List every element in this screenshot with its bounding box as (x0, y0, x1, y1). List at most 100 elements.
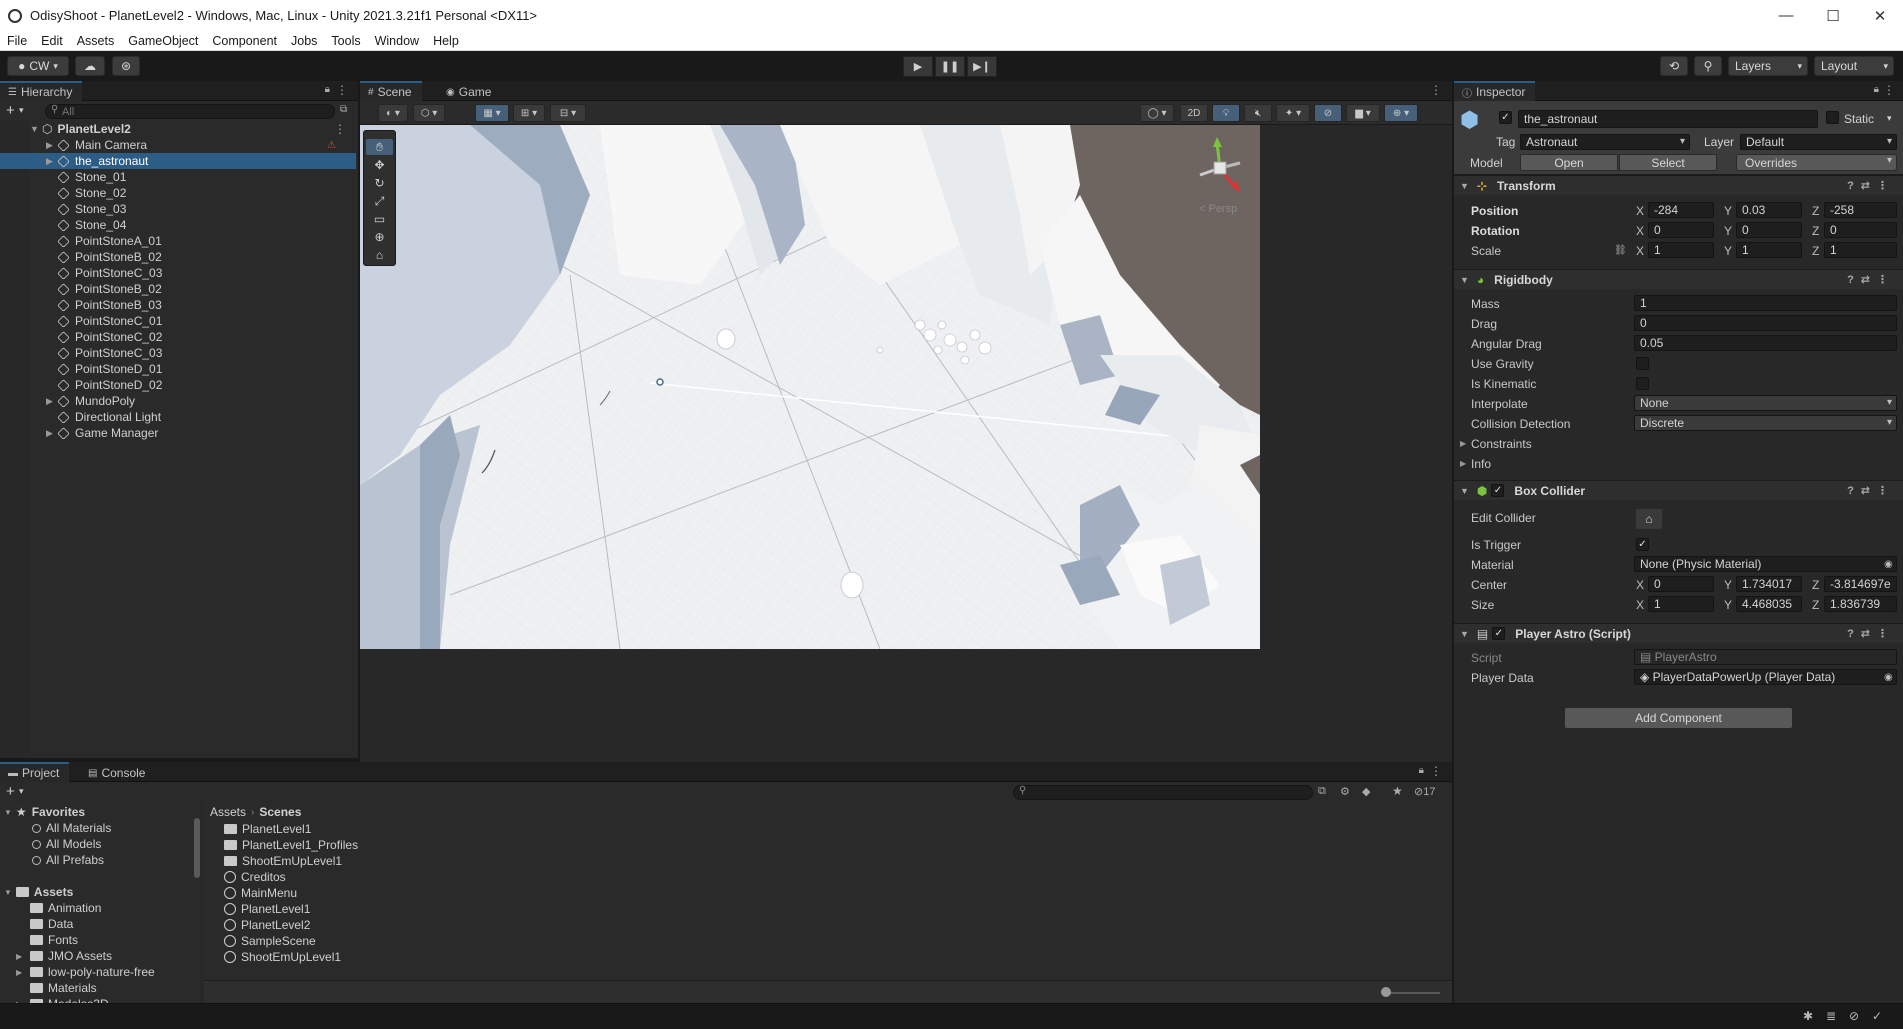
hierarchy-item[interactable]: Stone_02 (0, 185, 356, 201)
collapse-arrow-icon[interactable]: ▼ (1460, 629, 1469, 639)
info-foldout[interactable]: ▶ Info (1454, 455, 1903, 472)
layers-dropdown[interactable]: Layers ▾ (1728, 56, 1808, 76)
more-icon[interactable]: ⋮ (1430, 83, 1442, 97)
history-button[interactable]: ⟲ (1660, 56, 1688, 76)
hierarchy-item[interactable]: PointStoneC_03 (0, 265, 356, 281)
center-z-field[interactable]: -3.814697e (1824, 576, 1897, 592)
audio-toggle[interactable]: 🔇︎ (1244, 104, 1272, 122)
folder-item[interactable]: ShootEmUpLevel1 (224, 853, 342, 869)
asset-folder-item[interactable]: Data (16, 916, 73, 932)
breadcrumb-scenes[interactable]: Scenes (259, 805, 301, 819)
center-y-field[interactable]: 1.734017 (1736, 576, 1802, 592)
scale-z-field[interactable]: 1 (1824, 242, 1897, 258)
asset-folder-item[interactable]: Materials (16, 980, 97, 996)
favorite-item[interactable]: All Prefabs (32, 852, 104, 868)
expand-arrow-icon[interactable]: ▶ (46, 428, 58, 439)
link-icon[interactable]: ⛓ (1614, 245, 1627, 256)
scene-item[interactable]: ShootEmUpLevel1 (224, 949, 341, 965)
camera-dropdown[interactable]: ▆ ▾ (1346, 104, 1380, 122)
size-z-field[interactable]: 1.836739 (1824, 596, 1897, 612)
rotation-z-field[interactable]: 0 (1824, 222, 1897, 238)
tab-console[interactable]: ▤ Console (80, 762, 155, 782)
tab-inspector[interactable]: ⓘ Inspector (1454, 81, 1536, 101)
tab-scene[interactable]: # Scene (360, 81, 422, 101)
more-icon[interactable]: ⋮ (334, 122, 346, 136)
box-collider-header[interactable]: ▼ ⬢ ✓ Box Collider ?⇄⋮ (1454, 480, 1903, 500)
component-menu-icons[interactable]: ?⇄⋮ (1847, 484, 1895, 497)
star-icon[interactable]: ★ (1392, 784, 1403, 798)
player-data-field[interactable]: ◈ PlayerDataPowerUp (Player Data) (1634, 669, 1897, 685)
close-icon[interactable]: ✕ (1857, 0, 1903, 31)
component-menu-icons[interactable]: ?⇄⋮ (1847, 273, 1895, 286)
folder-item[interactable]: PlanetLevel1_Profiles (224, 837, 358, 853)
is-kinematic-checkbox[interactable] (1636, 377, 1649, 390)
tag-dropdown[interactable]: Astronaut (1520, 134, 1690, 150)
hand-tool-icon[interactable]: ✋︎ (366, 139, 393, 155)
box-collider-enabled-checkbox[interactable]: ✓ (1491, 484, 1505, 497)
draw-mode-dropdown[interactable]: ◐ ▾ (378, 104, 408, 122)
play-button[interactable]: ▶ (903, 56, 933, 77)
menu-edit[interactable]: Edit (34, 34, 70, 48)
collapse-arrow-icon[interactable]: ▼ (1460, 275, 1469, 285)
snap-increment-dropdown[interactable]: ⊞ ▾ (513, 104, 545, 122)
constraints-foldout[interactable]: ▶ Constraints (1454, 435, 1903, 452)
menu-jobs[interactable]: Jobs (284, 34, 324, 48)
script-enabled-checkbox[interactable]: ✓ (1492, 627, 1506, 640)
render-mode-dropdown[interactable]: ⬡ ▾ (413, 104, 445, 122)
expand-arrow-icon[interactable]: ▶ (46, 140, 58, 151)
expand-arrow-icon[interactable]: ▶ (46, 156, 58, 167)
effects-dropdown[interactable]: ✦ ▾ (1276, 104, 1310, 122)
drag-field[interactable]: 0 (1634, 315, 1897, 331)
asset-folder-item[interactable]: Animation (16, 900, 101, 916)
collapse-arrow-icon[interactable]: ▼ (1460, 486, 1469, 496)
more-icon[interactable]: ⋮ (1430, 764, 1442, 778)
scene-render[interactable] (360, 125, 1260, 649)
position-x-field[interactable]: -284 (1648, 202, 1714, 218)
filter-icon[interactable]: ⧉ (340, 104, 347, 115)
hierarchy-item[interactable]: PointStoneB_03 (0, 297, 356, 313)
position-y-field[interactable]: 0.03 (1736, 202, 1802, 218)
tree-scrollbar[interactable] (194, 806, 200, 996)
menu-window[interactable]: Window (368, 34, 426, 48)
hierarchy-item[interactable]: PointStoneA_01 (0, 233, 356, 249)
object-picker-icon[interactable]: ◉ (1884, 672, 1893, 683)
toggle-2d-button[interactable]: 2D (1180, 104, 1208, 122)
hierarchy-item[interactable]: PointStoneD_02 (0, 377, 356, 393)
tab-hierarchy[interactable]: ☰ Hierarchy (0, 81, 83, 101)
hierarchy-item[interactable]: ▶ the_astronaut (0, 153, 356, 169)
position-z-field[interactable]: -258 (1824, 202, 1897, 218)
lock-icon[interactable]: 🔒︎ (1874, 84, 1879, 95)
shading-mode-dropdown[interactable]: ◯ ▾ (1140, 104, 1174, 122)
hierarchy-item[interactable]: Directional Light (0, 409, 356, 425)
menu-tools[interactable]: Tools (324, 34, 367, 48)
favorites-section[interactable]: ▼ ★ Favorites (4, 804, 85, 820)
grid-snap-toggle[interactable]: ▦ ▾ (475, 104, 509, 122)
transform-header[interactable]: ▼ ⊹ Transform ?⇄⋮ (1454, 175, 1903, 195)
rotation-x-field[interactable]: 0 (1648, 222, 1714, 238)
lock-icon[interactable]: 🔒︎ (1419, 765, 1424, 776)
scene-item[interactable]: SampleScene (224, 933, 316, 949)
scale-y-field[interactable]: 1 (1736, 242, 1802, 258)
maximize-icon[interactable]: ☐ (1810, 0, 1856, 31)
hierarchy-item[interactable]: ▶ MundoPoly (0, 393, 356, 409)
search-button[interactable]: ⚲ (1694, 56, 1722, 76)
edit-collider-button[interactable]: ⌂ (1635, 508, 1663, 530)
hierarchy-item[interactable]: ▶ Main Camera ⚠ (0, 137, 356, 153)
chevron-down-icon[interactable]: ▾ (19, 786, 24, 797)
center-x-field[interactable]: 0 (1648, 576, 1714, 592)
scene-viewport[interactable]: ✋︎ ✥ ↻ ⤢ ▭ ⊕ ⌂ < Persp (360, 125, 1260, 649)
menu-assets[interactable]: Assets (70, 34, 122, 48)
scene-item[interactable]: Creditos (224, 869, 286, 885)
menu-component[interactable]: Component (205, 34, 284, 48)
menu-file[interactable]: File (0, 34, 34, 48)
lighting-toggle[interactable]: 💡︎ (1212, 104, 1240, 122)
is-trigger-checkbox[interactable]: ✓ (1636, 538, 1649, 551)
persp-label[interactable]: < Persp (1199, 203, 1237, 215)
hierarchy-item[interactable]: Stone_03 (0, 201, 356, 217)
component-menu-icons[interactable]: ?⇄⋮ (1847, 179, 1895, 192)
asset-folder-item[interactable]: ▶Modelos3D (16, 996, 109, 1003)
assets-section[interactable]: ▼ Assets (4, 884, 73, 900)
hierarchy-item[interactable]: PointStoneC_01 (0, 313, 356, 329)
chevron-down-icon[interactable]: ▾ (1887, 113, 1892, 124)
hidden-packages-toggle[interactable]: ⊘17 (1414, 785, 1435, 798)
